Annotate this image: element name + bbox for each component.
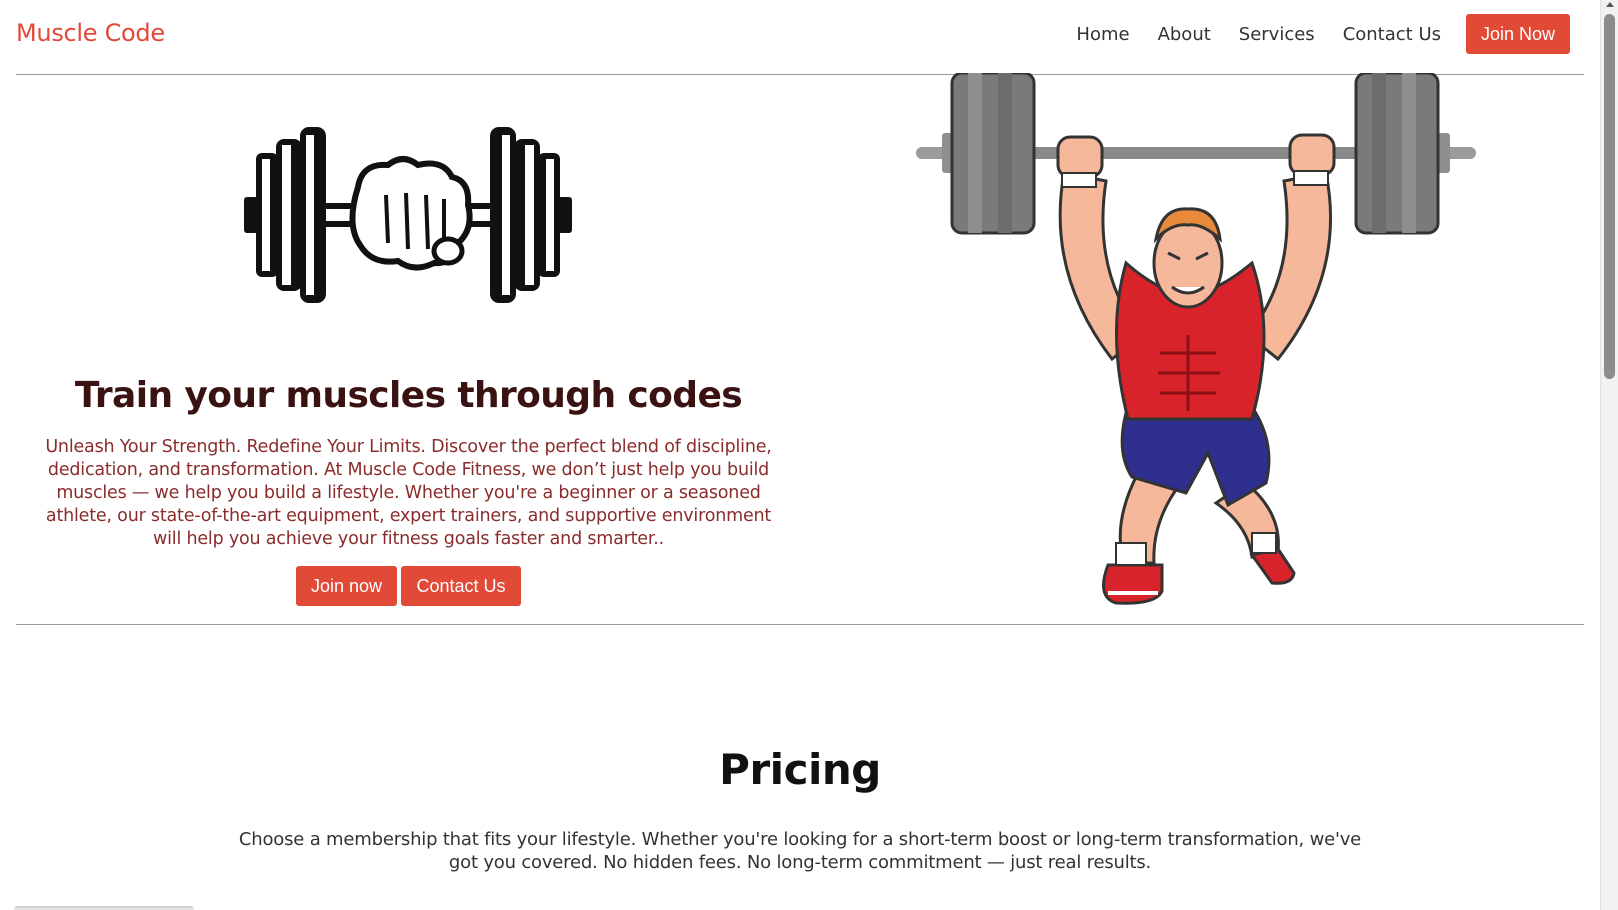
nav-services[interactable]: Services xyxy=(1239,24,1315,45)
main-nav: Home About Services Contact Us Join Now xyxy=(1076,14,1584,54)
join-now-button[interactable]: Join Now xyxy=(1466,14,1570,54)
vertical-scrollbar[interactable] xyxy=(1600,0,1618,910)
nav-contact-us[interactable]: Contact Us xyxy=(1343,24,1441,45)
hero-title: Train your muscles through codes xyxy=(74,375,743,416)
pricing-description: Choose a membership that fits your lifes… xyxy=(238,829,1362,873)
join-now-hero-button[interactable]: Join now xyxy=(296,566,397,606)
card-edge-shadow xyxy=(14,906,194,910)
hero-buttons: Join now Contact Us xyxy=(16,566,801,606)
pricing-title: Pricing xyxy=(719,745,881,794)
dumbbell-fist-icon xyxy=(244,127,572,303)
hero-section: Train your muscles through codes Unleash… xyxy=(16,73,1584,625)
nav-about[interactable]: About xyxy=(1158,24,1211,45)
weightlifter-illustration xyxy=(916,73,1476,605)
hero-description: Unleash Your Strength. Redefine Your Lim… xyxy=(45,437,772,549)
nav-home[interactable]: Home xyxy=(1076,24,1129,45)
contact-us-button[interactable]: Contact Us xyxy=(401,566,521,606)
brand-logo[interactable]: Muscle Code xyxy=(16,19,165,47)
scroll-up-arrow-icon[interactable] xyxy=(1606,2,1614,7)
page: Muscle Code Home About Services Contact … xyxy=(0,0,1600,910)
hero-content: Train your muscles through codes Unleash… xyxy=(16,75,801,624)
site-header: Muscle Code Home About Services Contact … xyxy=(16,0,1584,75)
scrollbar-thumb[interactable] xyxy=(1604,14,1615,379)
